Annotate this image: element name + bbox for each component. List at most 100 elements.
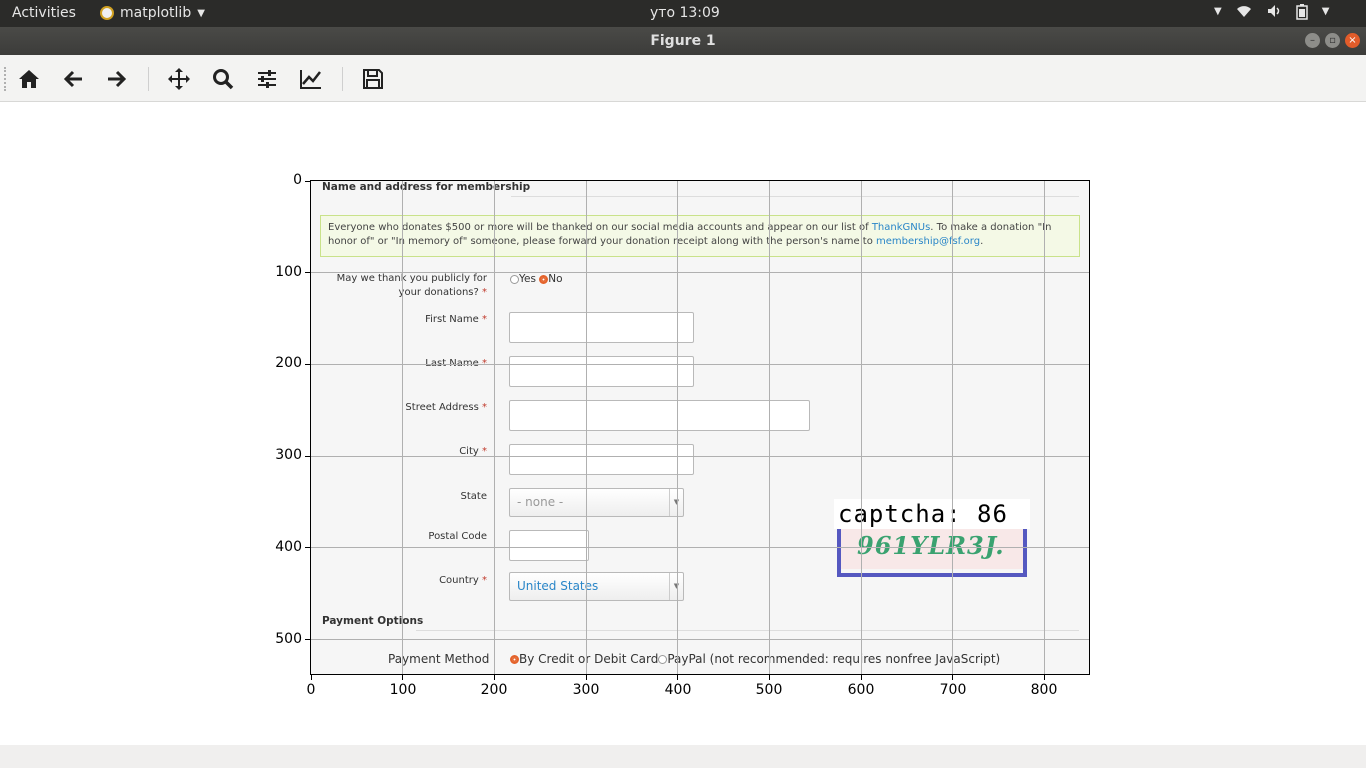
membership-email-link: membership@fsf.org (876, 236, 981, 247)
x-tick-label: 0 (306, 682, 316, 698)
card-radio (510, 655, 519, 664)
x-tick-mark (861, 675, 862, 680)
grid-line (311, 639, 1089, 640)
select-arrow-icon: ▼ (669, 489, 683, 516)
system-menu-chevron-icon[interactable]: ▼ (1322, 4, 1330, 24)
grid-line (311, 364, 1089, 365)
grid-line (861, 181, 862, 674)
thank-publicly-label: May we thank you publicly for your donat… (311, 272, 487, 300)
edit-axis-button[interactable] (296, 64, 326, 94)
y-tick-label: 100 (275, 264, 302, 280)
home-icon (19, 70, 39, 88)
activities-button[interactable]: Activities (12, 5, 76, 21)
state-label-text: State (460, 491, 487, 502)
section-title: Name and address for membership (322, 181, 531, 193)
street-address-label: Street Address * (311, 401, 487, 415)
home-button[interactable] (14, 64, 44, 94)
x-tick-label: 400 (664, 682, 692, 698)
pan-button[interactable] (164, 64, 194, 94)
captcha-label: captcha: 86 (834, 499, 1030, 529)
grid-line (311, 272, 1089, 273)
notice-text: . (980, 236, 984, 247)
plot-axes[interactable]: Name and address for membership Everyone… (310, 180, 1090, 675)
back-icon (63, 70, 82, 88)
grid-line (952, 181, 953, 674)
clock[interactable]: уто 13:09 (650, 5, 720, 21)
donation-notice: Everyone who donates $500 or more will b… (320, 215, 1080, 257)
system-tray[interactable]: ▼ ▼ (1214, 4, 1329, 24)
toolbar-separator (342, 67, 343, 91)
zoom-button[interactable] (208, 64, 238, 94)
back-button[interactable] (58, 64, 88, 94)
toolbar-grip (4, 67, 7, 91)
paypal-option-label: PayPal (not recommended: requires nonfre… (667, 652, 1001, 666)
forward-icon (108, 70, 127, 88)
state-select: - none - ▼ (509, 488, 684, 517)
notice-text: Everyone who donates $500 or more will b… (328, 222, 872, 233)
x-tick-label: 800 (1030, 682, 1058, 698)
x-tick-label: 700 (939, 682, 967, 698)
payment-method-options: By Credit or Debit Card PayPal (not recom… (510, 652, 1000, 666)
y-tick-label: 0 (293, 172, 302, 188)
country-select: United States ▼ (509, 572, 684, 601)
yes-radio (510, 274, 519, 284)
select-arrow-icon: ▼ (669, 573, 683, 600)
tray-dropdown-icon[interactable]: ▼ (1214, 4, 1222, 24)
volume-icon (1266, 4, 1282, 24)
postal-code-label-text: Postal Code (428, 531, 487, 542)
grid-line (586, 181, 587, 674)
state-select-value: - none - (517, 495, 564, 509)
forward-button[interactable] (102, 64, 132, 94)
thank-question-line: your donations? (398, 287, 479, 298)
grid-line (311, 456, 1089, 457)
x-tick-mark (311, 675, 312, 680)
configure-subplots-icon (258, 70, 276, 88)
y-tick-label: 200 (275, 355, 302, 371)
save-icon (363, 69, 383, 89)
configure-subplots-button[interactable] (252, 64, 282, 94)
matplotlib-app-icon (100, 6, 114, 20)
yes-label: Yes (519, 273, 536, 285)
last-name-field (509, 356, 694, 387)
wifi-icon (1236, 4, 1252, 24)
y-tick-label: 400 (275, 539, 302, 555)
grid-line (311, 547, 1089, 548)
pan-icon (168, 68, 190, 90)
grid-line (494, 181, 495, 674)
window-title-bar: Figure 1 – ▫ × (0, 27, 1366, 55)
y-tick-label: 300 (275, 447, 302, 463)
street-address-label-text: Street Address (405, 402, 479, 413)
street-address-field (509, 400, 810, 431)
captcha-bounding-box (837, 527, 1027, 577)
x-tick-mark (1044, 675, 1045, 680)
required-mark: * (482, 575, 487, 586)
x-tick-label: 300 (572, 682, 600, 698)
payment-section-title: Payment Options (322, 615, 424, 627)
country-label-text: Country (439, 575, 479, 586)
save-button[interactable] (358, 64, 388, 94)
window-title: Figure 1 (650, 33, 716, 49)
postal-code-field (509, 530, 589, 561)
x-tick-mark (402, 675, 403, 680)
first-name-label: First Name * (311, 313, 487, 327)
required-mark: * (482, 287, 487, 298)
thank-radio-group: Yes No (510, 273, 563, 285)
x-tick-mark (952, 675, 953, 680)
paypal-radio (658, 655, 668, 664)
top-bar: Activities matplotlib ▼ уто 13:09 ▼ ▼ (0, 0, 1366, 27)
required-mark: * (482, 314, 487, 325)
first-name-label-text: First Name (425, 314, 479, 325)
x-tick-mark (677, 675, 678, 680)
chevron-down-icon: ▼ (197, 7, 205, 19)
app-menu[interactable]: matplotlib ▼ (100, 5, 205, 21)
thankgnus-link: ThankGNUs (871, 222, 931, 233)
grid-line (677, 181, 678, 674)
x-tick-label: 600 (847, 682, 875, 698)
minimize-button[interactable]: – (1305, 33, 1320, 48)
x-tick-label: 500 (755, 682, 783, 698)
required-mark: * (482, 402, 487, 413)
no-radio (539, 274, 549, 284)
close-button[interactable]: × (1345, 33, 1360, 48)
maximize-button[interactable]: ▫ (1325, 33, 1340, 48)
y-tick-label: 500 (275, 631, 302, 647)
